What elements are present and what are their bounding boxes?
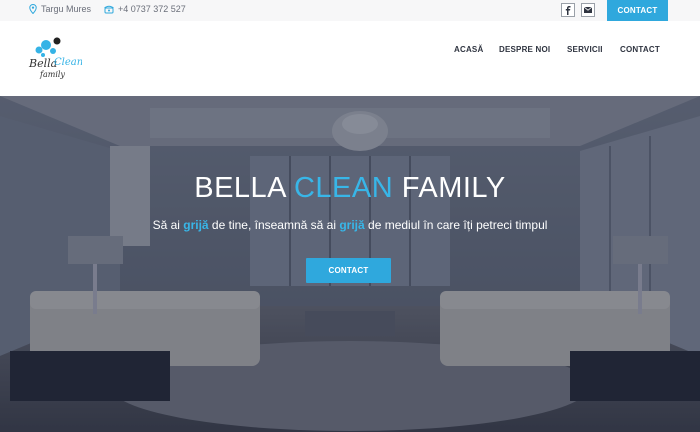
nav-home[interactable]: ACASĂ <box>454 45 483 54</box>
phone-text: +4 0737 372 527 <box>118 4 186 14</box>
svg-text:Bella: Bella <box>28 57 57 70</box>
nav-contact[interactable]: CONTACT <box>620 45 660 54</box>
phone-icon <box>104 5 114 13</box>
site-header: Bella Clean family ACASĂ DESPRE NOI SERV… <box>0 21 700 96</box>
location-info: Targu Mures <box>29 4 91 14</box>
bella-clean-logo: Bella Clean family <box>28 37 83 79</box>
svg-text:Clean: Clean <box>54 57 82 68</box>
hero-title-part1: BELLA <box>194 172 294 204</box>
phone-info[interactable]: +4 0737 372 527 <box>104 4 186 14</box>
facebook-icon <box>565 5 571 15</box>
nav-services[interactable]: SERVICII <box>567 45 603 54</box>
hero-title-part2: FAMILY <box>393 172 506 204</box>
hero-title-accent: CLEAN <box>293 172 394 204</box>
hero-subtitle-part3: de mediul în care îți petreci timpul <box>364 218 548 232</box>
facebook-button[interactable] <box>561 3 575 17</box>
hero-subtitle-part1: Să ai <box>152 218 184 232</box>
hero-subtitle-accent1: grijă <box>183 218 209 232</box>
hero-section: BELLA CLEAN FAMILY Să ai grijă de tine, … <box>0 96 700 432</box>
hero-subtitle: Să ai grijă de tine, înseamnă să ai grij… <box>0 218 700 232</box>
hero-subtitle-part2: de tine, înseamnă să ai <box>208 218 340 232</box>
email-button[interactable] <box>581 3 595 17</box>
nav-about[interactable]: DESPRE NOI <box>499 45 550 54</box>
hero-contact-button[interactable]: CONTACT <box>306 258 391 283</box>
svg-text:family: family <box>39 70 65 79</box>
hero-subtitle-accent2: grijă <box>339 218 365 232</box>
map-pin-icon <box>29 4 37 14</box>
hero-title: BELLA CLEAN FAMILY <box>0 172 700 205</box>
top-contact-button[interactable]: CONTACT <box>607 0 668 21</box>
email-icon <box>584 7 592 13</box>
site-logo[interactable]: Bella Clean family <box>26 33 83 83</box>
location-text: Targu Mures <box>41 4 92 14</box>
top-bar: Targu Mures +4 0737 372 527 CONTACT <box>0 0 700 21</box>
